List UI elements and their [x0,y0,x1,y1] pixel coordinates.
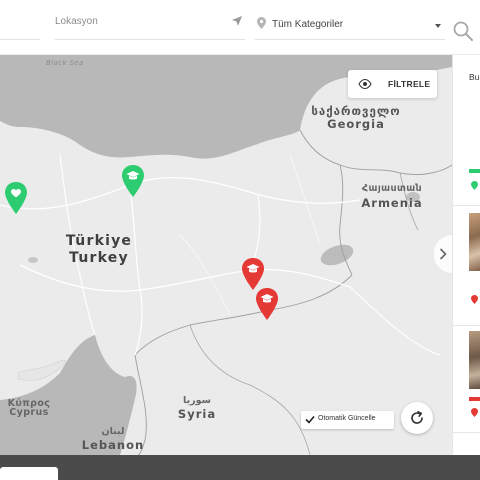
map-marker-green-heart[interactable] [4,181,28,215]
refresh-button[interactable] [401,402,433,434]
location-input[interactable] [55,16,225,27]
category-select-value: Tüm Kategoriler [272,19,344,30]
map-pin-icon [471,295,478,304]
card-divider [453,432,480,433]
map-marker-green-cap[interactable] [121,164,145,198]
map-label-turkey: Turkey [69,250,129,266]
filter-button-label: FİLTRELE [388,79,431,89]
page: Tüm Kategoriler [0,0,480,480]
card-divider [453,325,480,326]
map-pin-icon [257,17,266,29]
chevron-down-icon [435,24,441,28]
category-select[interactable]: Tüm Kategoriler [255,12,445,40]
map-label-lebanon: Lebanon [81,438,145,452]
keyword-field[interactable] [0,12,40,40]
map-label-cyprus: Cyprus [9,407,49,418]
map-label-syria: Syria [177,407,217,421]
filter-button[interactable]: FİLTRELE [348,70,437,98]
search-bar: Tüm Kategoriler [0,0,480,55]
auto-update-label: Otomatik Güncelle [318,415,376,422]
map-label-armenia: Armenia [361,196,423,210]
map-label-georgia-native: საქართველო [311,104,401,118]
eye-icon [358,78,372,90]
category-strip [469,169,480,173]
checkmark-icon[interactable] [305,415,315,424]
auto-update-toggle[interactable]: Otomatik Güncelle [301,411,394,429]
map-label-turkiye: Türkiye [65,233,133,249]
map-label-lebanon-native: لبنان [101,426,125,437]
card-divider [453,205,480,206]
listing-panel: Bu [452,55,480,455]
listing-panel-header: Bu [469,72,480,82]
map[interactable]: Black Sea საქართველო Georgia Հայաստան Ar… [0,55,452,455]
map-marker-red-cap-2[interactable] [255,287,279,321]
map-marker-red-cap-1[interactable] [241,257,265,291]
listing-thumbnail[interactable] [469,213,480,271]
location-arrow-icon[interactable] [231,15,243,27]
map-label-black-sea: Black Sea [46,59,84,67]
map-label-armenia-native: Հայաստան [361,183,423,194]
location-field[interactable] [55,12,245,40]
search-icon[interactable] [452,20,474,42]
map-pin-icon [471,181,478,190]
category-strip [469,397,480,401]
listing-thumbnail[interactable] [469,331,480,389]
refresh-icon [411,411,423,424]
map-label-georgia: Georgia [327,117,385,131]
map-label-syria-native: سوريا [183,395,211,406]
chevron-right-icon [439,248,447,260]
bottom-tab[interactable] [0,467,58,480]
bottom-bar [0,455,480,480]
map-pin-icon [471,408,478,417]
